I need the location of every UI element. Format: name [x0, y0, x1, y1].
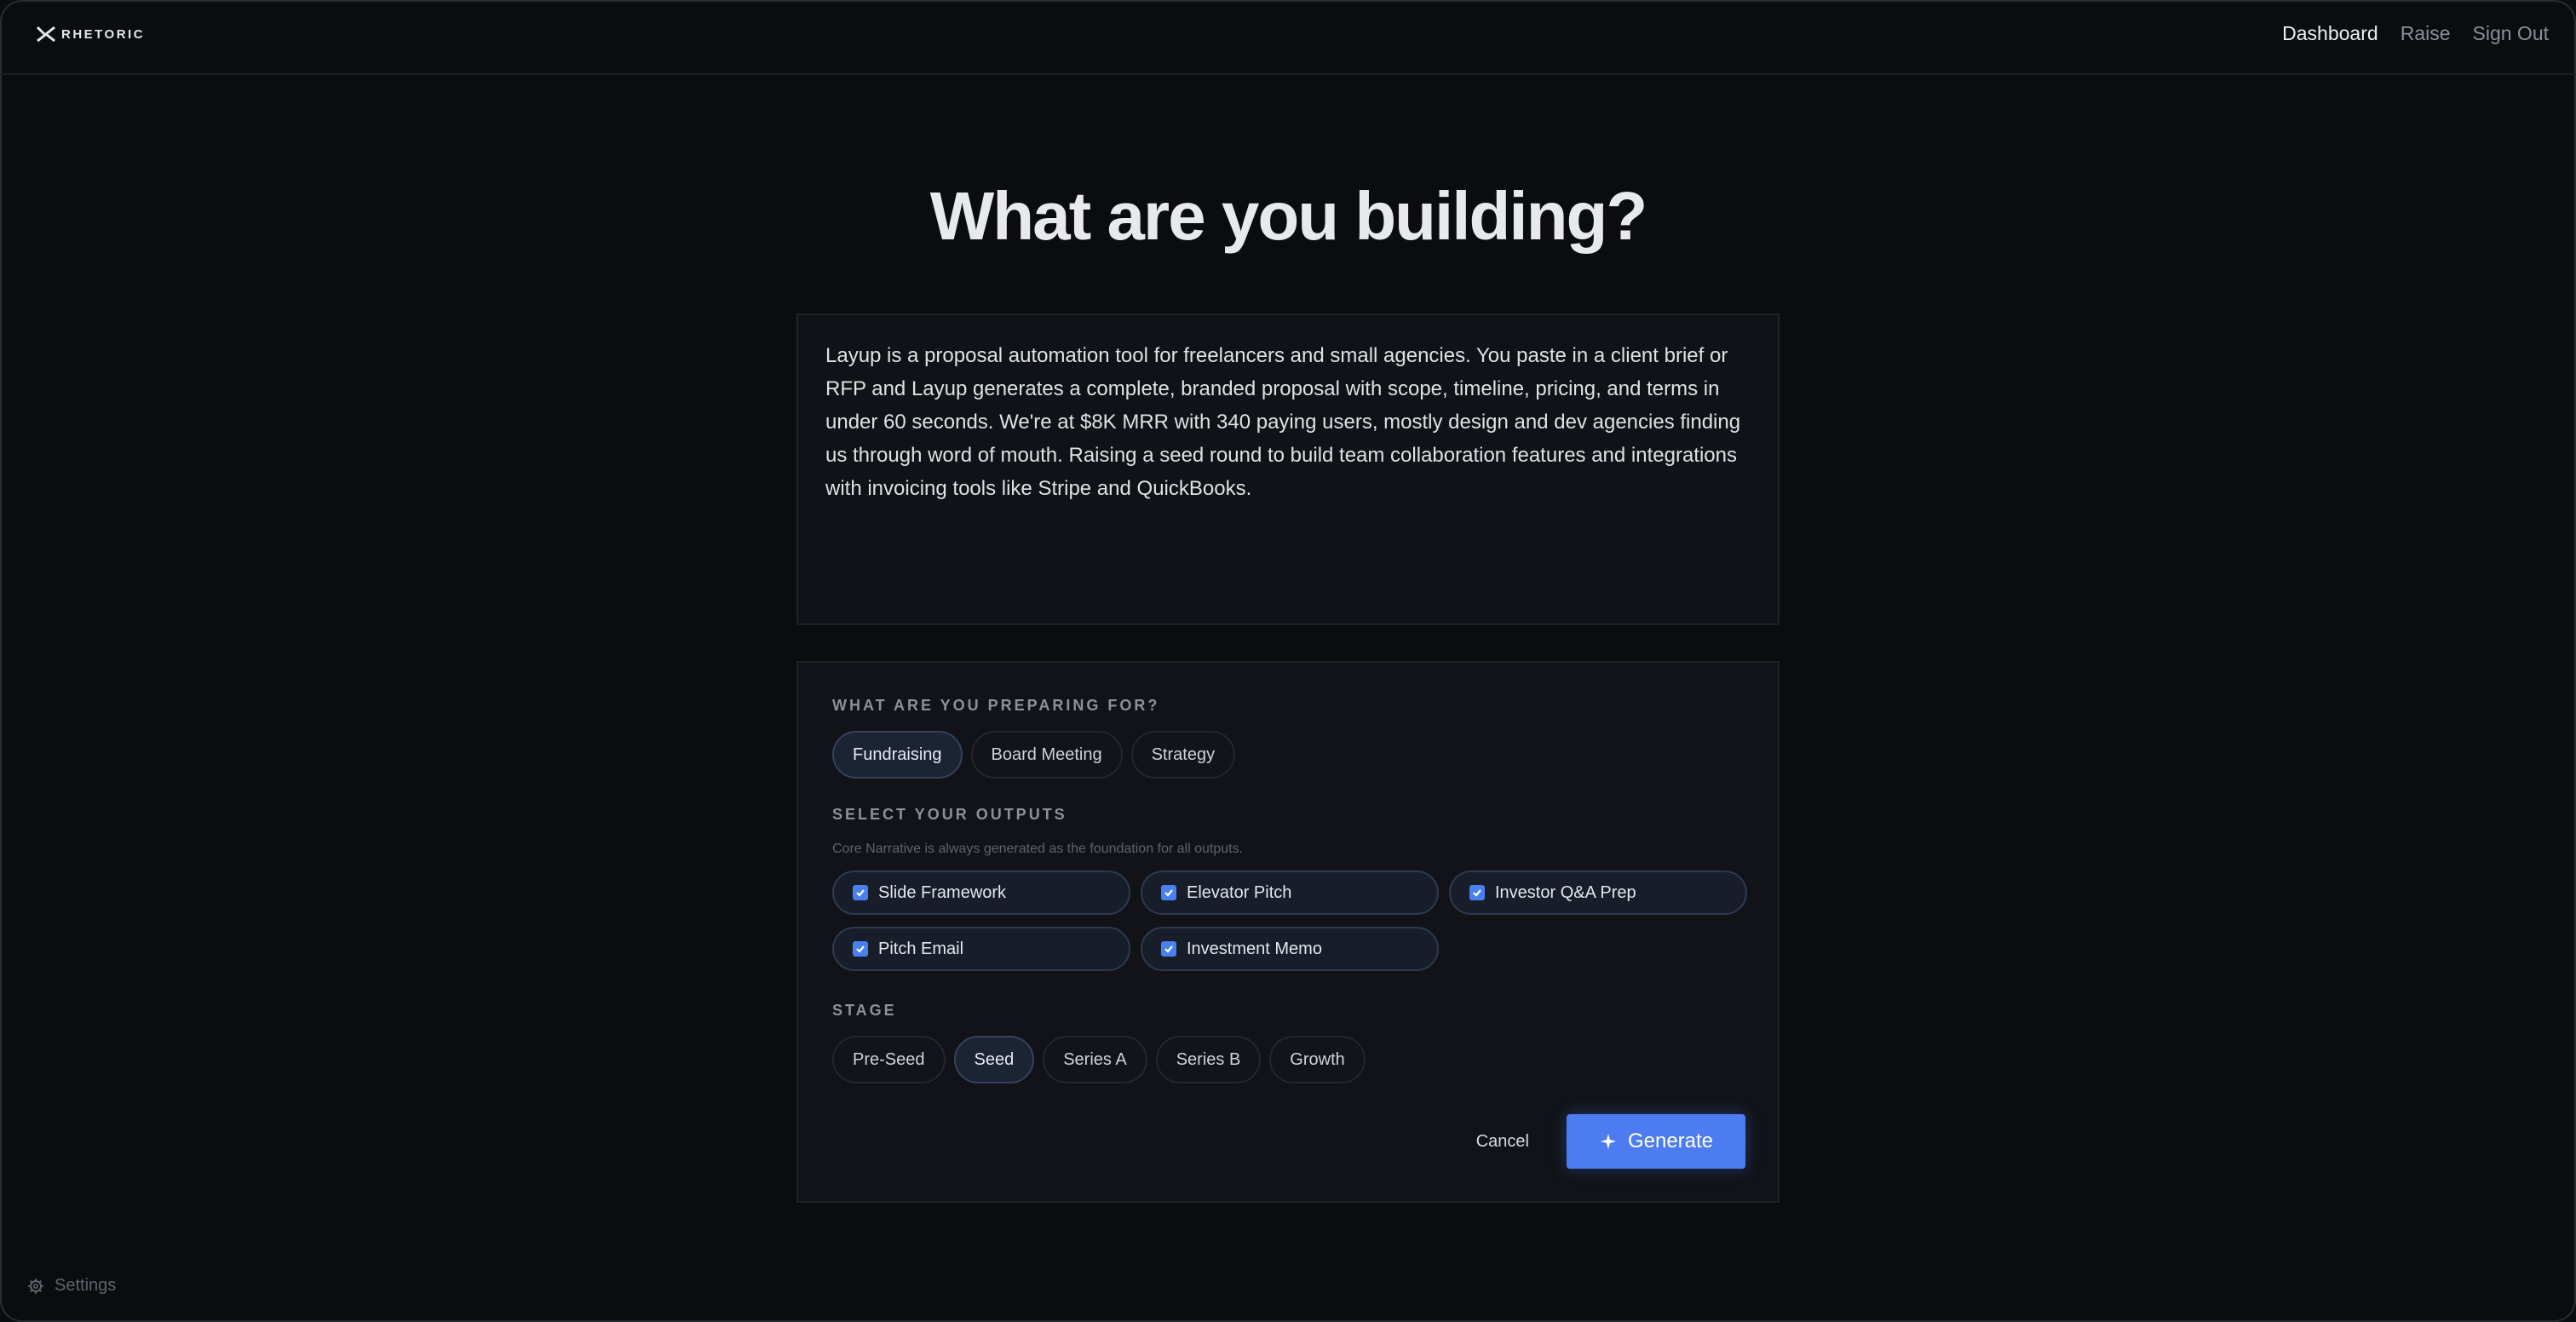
stage-series-b[interactable]: Series B	[1155, 1036, 1262, 1083]
checkbox-checked-icon[interactable]	[853, 885, 868, 900]
page-title: What are you building?	[929, 178, 1647, 254]
panel-actions: Cancel Generate	[1471, 1114, 1745, 1169]
outputs-label: SELECT YOUR OUTPUTS	[832, 806, 1067, 823]
checkbox-checked-icon[interactable]	[1161, 941, 1176, 957]
sparkle-icon	[1600, 1134, 1616, 1149]
purpose-label: WHAT ARE YOU PREPARING FOR?	[832, 697, 1160, 714]
purpose-options: Fundraising Board Meeting Strategy	[832, 731, 1236, 779]
cancel-button[interactable]: Cancel	[1471, 1131, 1534, 1152]
nav-sign-out[interactable]: Sign Out	[2473, 22, 2550, 45]
output-investment-memo[interactable]: Investment Memo	[1141, 927, 1439, 971]
output-label: Elevator Pitch	[1187, 882, 1292, 902]
outputs-hint: Core Narrative is always generated as th…	[832, 842, 1244, 856]
stage-options: Pre-Seed Seed Series A Series B Growth	[832, 1036, 1366, 1083]
output-label: Slide Framework	[878, 882, 1007, 902]
output-label: Investor Q&A Prep	[1495, 882, 1636, 902]
stage-pre-seed[interactable]: Pre-Seed	[832, 1036, 946, 1083]
outputs-grid: Slide Framework Elevator Pitch Investor …	[832, 871, 1747, 971]
stage-label: STAGE	[832, 1002, 897, 1019]
output-investor-qa-prep[interactable]: Investor Q&A Prep	[1449, 871, 1747, 915]
logo-text: RHETORIC	[61, 26, 146, 42]
top-bar: RHETORIC Dashboard Raise Sign Out	[0, 0, 2576, 75]
purpose-strategy[interactable]: Strategy	[1130, 731, 1236, 779]
output-pitch-email[interactable]: Pitch Email	[832, 927, 1130, 971]
nav-raise[interactable]: Raise	[2401, 22, 2451, 45]
checkbox-checked-icon[interactable]	[853, 941, 868, 957]
stage-growth[interactable]: Growth	[1269, 1036, 1366, 1083]
purpose-fundraising[interactable]: Fundraising	[832, 731, 963, 779]
checkbox-checked-icon[interactable]	[1469, 885, 1485, 900]
top-nav: Dashboard Raise Sign Out	[2282, 22, 2549, 45]
description-textarea[interactable]: Layup is a proposal automation tool for …	[796, 313, 1780, 625]
rhetoric-logo-icon	[36, 26, 55, 43]
stage-series-a[interactable]: Series A	[1043, 1036, 1147, 1083]
generate-button[interactable]: Generate	[1567, 1114, 1745, 1169]
output-slide-framework[interactable]: Slide Framework	[832, 871, 1130, 915]
purpose-board-meeting[interactable]: Board Meeting	[970, 731, 1123, 779]
checkbox-checked-icon[interactable]	[1161, 885, 1176, 900]
stage-seed[interactable]: Seed	[953, 1036, 1035, 1083]
settings-link[interactable]: Settings	[27, 1276, 116, 1296]
nav-dashboard[interactable]: Dashboard	[2282, 22, 2378, 45]
settings-label: Settings	[55, 1276, 117, 1295]
output-label: Investment Memo	[1187, 939, 1322, 958]
output-elevator-pitch[interactable]: Elevator Pitch	[1141, 871, 1439, 915]
logo[interactable]: RHETORIC	[36, 26, 145, 43]
gear-icon	[28, 1278, 43, 1294]
output-label: Pitch Email	[878, 939, 964, 958]
generate-label: Generate	[1627, 1129, 1714, 1152]
options-panel: WHAT ARE YOU PREPARING FOR? Fundraising …	[796, 661, 1780, 1203]
